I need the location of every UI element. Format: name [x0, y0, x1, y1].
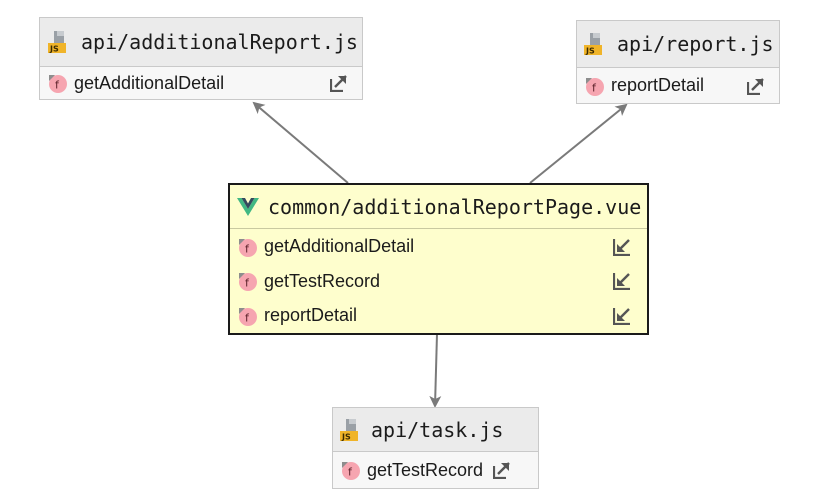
navigate-out-icon[interactable]: [329, 74, 348, 93]
navigate-in-icon[interactable]: [612, 238, 631, 256]
function-icon: f: [236, 270, 258, 292]
function-row[interactable]: f reportDetail: [230, 298, 647, 333]
node-title: api/additionalReport.js: [81, 30, 358, 54]
node-task[interactable]: JS api/task.js f getTestRecord: [332, 407, 539, 489]
node-additional-report-page[interactable]: common/additionalReportPage.vue f getAdd…: [228, 183, 649, 335]
svg-text:JS: JS: [49, 45, 59, 54]
js-file-icon: JS: [339, 418, 363, 442]
node-title: api/task.js: [371, 417, 504, 442]
function-row[interactable]: f getAdditionalDetail: [230, 229, 647, 264]
vue-file-icon: [237, 197, 259, 217]
function-row[interactable]: f getTestRecord: [230, 264, 647, 298]
node-header: common/additionalReportPage.vue: [230, 185, 647, 229]
node-header: JS api/report.js: [577, 21, 779, 68]
function-icon: f: [46, 72, 68, 94]
function-name: getAdditionalDetail: [74, 72, 225, 93]
arrow-to-task: [429, 333, 442, 408]
navigate-in-icon[interactable]: [612, 272, 631, 291]
function-icon: f: [236, 305, 258, 327]
function-icon: f: [583, 75, 605, 97]
function-row[interactable]: f getTestRecord: [333, 452, 538, 488]
js-file-icon: JS: [583, 32, 607, 56]
function-name: getTestRecord: [264, 270, 381, 291]
function-row[interactable]: f reportDetail: [577, 68, 779, 103]
function-name: getTestRecord: [367, 459, 484, 480]
node-title: common/additionalReportPage.vue: [268, 194, 642, 219]
node-additional-report[interactable]: JS api/additionalReport.js f getAddition…: [39, 17, 363, 100]
navigate-in-icon[interactable]: [612, 307, 631, 325]
js-file-icon: JS: [47, 30, 71, 54]
navigate-out-icon[interactable]: [746, 77, 765, 95]
node-report[interactable]: JS api/report.js f reportDetail: [576, 20, 780, 104]
node-title: api/report.js: [617, 32, 774, 56]
arrow-to-additional-report: [252, 101, 349, 184]
function-icon: f: [339, 459, 361, 481]
function-row[interactable]: f getAdditionalDetail: [40, 67, 362, 99]
node-header: JS api/task.js: [333, 408, 538, 452]
function-name: getAdditionalDetail: [264, 236, 415, 256]
function-icon: f: [236, 236, 258, 258]
node-header: JS api/additionalReport.js: [40, 18, 362, 67]
svg-text:JS: JS: [341, 432, 351, 441]
function-name: reportDetail: [611, 75, 705, 95]
navigate-out-icon[interactable]: [492, 461, 511, 480]
svg-text:JS: JS: [585, 47, 595, 56]
function-name: reportDetail: [264, 305, 358, 325]
arrow-to-report: [529, 103, 628, 184]
